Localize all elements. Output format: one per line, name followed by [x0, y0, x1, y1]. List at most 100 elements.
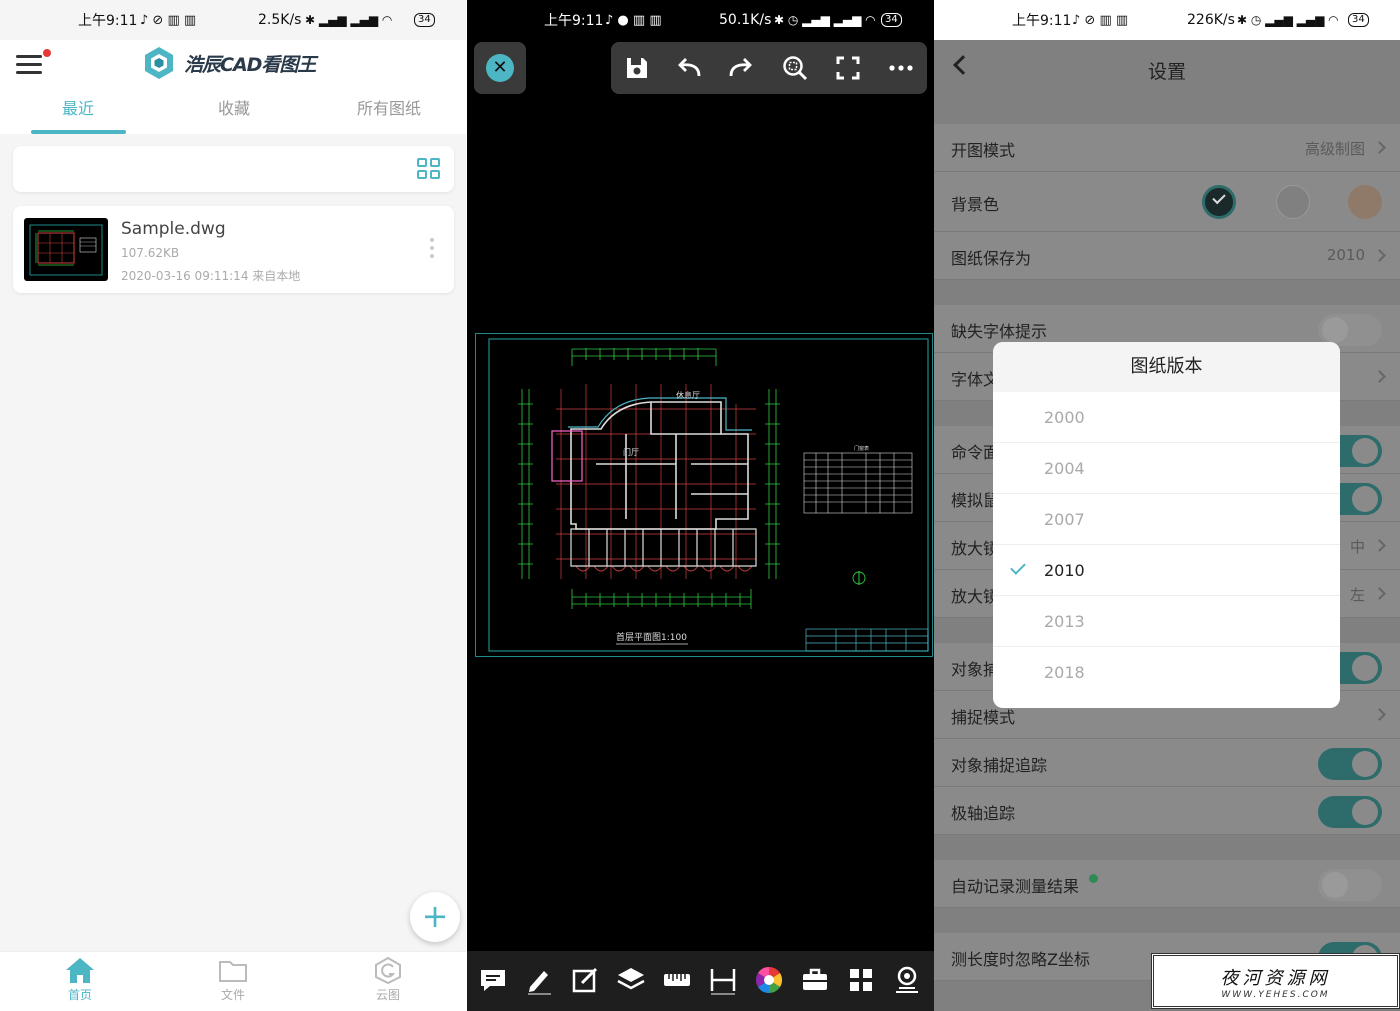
version-dialog: 图纸版本 2000 2004 2007 2010 2013 2018	[993, 342, 1340, 708]
pen-icon[interactable]	[524, 965, 554, 995]
app-title: 浩辰CAD看图王	[184, 54, 316, 76]
bg-color-black-swatch[interactable]	[1202, 185, 1236, 219]
setting-label: 背景色	[951, 195, 1000, 214]
chevron-right-icon	[1373, 141, 1386, 154]
status-time: 上午9:11	[1012, 13, 1072, 29]
setting-label: 命令面	[951, 443, 1000, 462]
setting-label: 开图模式	[951, 141, 1016, 160]
door-schedule-title: 门窗表	[854, 445, 869, 452]
file-thumbnail	[24, 218, 108, 281]
chevron-right-icon	[1373, 249, 1386, 262]
status-bar: 上午9:11 ♪ ● ▥ ▥ 50.1K/s ✱ ◷ ▂▄▆ ▂▄▆ ◠ 34	[467, 0, 934, 40]
fullscreen-icon[interactable]	[834, 54, 862, 82]
version-option-selected[interactable]: 2010	[993, 545, 1340, 596]
bg-color-white-swatch[interactable]	[1276, 185, 1310, 219]
location-icon[interactable]	[892, 965, 922, 995]
search-bar[interactable]	[13, 146, 454, 192]
setting-save-as[interactable]: 图纸保存为 2010	[934, 232, 1400, 280]
status-speed: 226K/s	[1187, 12, 1235, 28]
toolbox-icon[interactable]	[800, 965, 830, 995]
nav-home-label: 首页	[67, 988, 92, 1002]
setting-bg-color: 背景色	[934, 172, 1400, 232]
grid-tools-icon[interactable]	[846, 965, 876, 995]
comment-icon[interactable]	[478, 965, 508, 995]
notification-dot	[43, 49, 51, 57]
check-icon	[1010, 559, 1026, 575]
edit-icon[interactable]	[570, 965, 600, 995]
more-icon[interactable]	[887, 54, 915, 82]
setting-snap-tracking: 对象捕捉追踪	[934, 739, 1400, 787]
setting-polar-tracking: 极轴追踪	[934, 787, 1400, 835]
check-icon	[1212, 190, 1226, 205]
nav-home[interactable]: 首页	[40, 956, 120, 1003]
version-option[interactable]: 2007	[993, 494, 1340, 545]
setting-label: 字体文	[951, 370, 1000, 389]
save-icon[interactable]	[623, 54, 651, 82]
viewer-screen: 上午9:11 ♪ ● ▥ ▥ 50.1K/s ✱ ◷ ▂▄▆ ▂▄▆ ◠ 34 …	[467, 0, 934, 1011]
polar-tracking-toggle[interactable]	[1318, 796, 1382, 828]
status-icons: ♪ ● ▥ ▥	[605, 12, 662, 28]
setting-label: 测长度时忽略Z坐标	[951, 950, 1090, 969]
layers-icon[interactable]	[616, 965, 646, 995]
setting-auto-record: 自动记录测量结果	[934, 860, 1400, 908]
version-option[interactable]: 2013	[993, 596, 1340, 647]
status-speed: 2.5K/s	[258, 12, 302, 28]
chevron-right-icon	[1373, 539, 1386, 552]
cad-drawing-canvas[interactable]: 休息厅 门厅 门窗表 首层平面图1:100	[475, 333, 933, 657]
grid-view-icon[interactable]	[417, 158, 442, 181]
tab-all-drawings[interactable]: 所有图纸	[329, 95, 449, 119]
status-icons: ♪ ⊘ ▥ ▥	[140, 12, 197, 28]
version-option[interactable]: 2000	[993, 392, 1340, 443]
status-bar: 上午9:11 ♪ ⊘ ▥ ▥ 226K/s ✱ ◷ ▂▄▆ ▂▄▆ ◠ 34	[934, 0, 1400, 40]
dimension-icon[interactable]	[708, 965, 738, 995]
chevron-right-icon	[1373, 587, 1386, 600]
close-icon: ✕	[486, 54, 514, 82]
undo-icon[interactable]	[675, 54, 703, 82]
zoom-search-icon[interactable]	[781, 54, 809, 82]
version-option-label: 2013	[1044, 612, 1085, 631]
cloud-drawing-icon	[375, 956, 401, 984]
version-option[interactable]: 2004	[993, 443, 1340, 494]
tab-favorites[interactable]: 收藏	[174, 95, 294, 119]
menu-icon[interactable]	[16, 55, 42, 75]
setting-label: 缺失字体提示	[951, 322, 1048, 341]
setting-value: 高级制图	[1304, 140, 1365, 158]
page-title: 设置	[1147, 61, 1186, 83]
setting-label: 图纸保存为	[951, 249, 1032, 268]
tab-recent[interactable]: 最近	[18, 95, 138, 119]
watermark: 夜河资源网 WWW.YEHES.COM	[1151, 953, 1400, 1009]
floor-plan: 休息厅 门厅 门窗表 首层平面图1:100	[488, 338, 929, 652]
version-option[interactable]: 2018	[993, 647, 1340, 698]
bottom-toolbar	[467, 951, 934, 1011]
settings-screen: 上午9:11 ♪ ⊘ ▥ ▥ 226K/s ✱ ◷ ▂▄▆ ▂▄▆ ◠ 34 设…	[934, 0, 1400, 1011]
setting-value: 左	[1349, 586, 1365, 604]
version-option-label: 2004	[1044, 459, 1085, 478]
close-button[interactable]: ✕	[474, 42, 526, 94]
battery-icon: 34	[414, 13, 435, 27]
ruler-icon[interactable]	[662, 965, 692, 995]
color-wheel-icon[interactable]	[754, 965, 784, 995]
nav-files[interactable]: 文件	[193, 956, 273, 1003]
setting-label: 对象捕捉追踪	[951, 756, 1048, 775]
redo-icon[interactable]	[727, 54, 755, 82]
home-icon	[66, 958, 94, 983]
home-screen: 上午9:11 ♪ ⊘ ▥ ▥ 2.5K/s ✱ ▂▄▆ ▂▄▆ ◠ 34 浩辰C…	[0, 0, 466, 1011]
auto-record-toggle[interactable]	[1318, 869, 1382, 901]
status-time: 上午9:11	[78, 13, 138, 29]
home-header: 浩辰CAD看图王 最近 收藏 所有图纸	[0, 40, 466, 134]
status-icons: ♪ ⊘ ▥ ▥	[1072, 12, 1129, 28]
status-time: 上午9:11	[544, 13, 604, 29]
add-button[interactable]: +	[410, 892, 460, 942]
chevron-right-icon	[1373, 370, 1386, 383]
setting-open-mode[interactable]: 开图模式 高级制图	[934, 124, 1400, 172]
room-label-lobby: 门厅	[623, 447, 639, 457]
north-arrow-icon	[852, 571, 866, 585]
bg-color-beige-swatch[interactable]	[1348, 185, 1382, 219]
more-options-icon[interactable]	[430, 238, 434, 262]
nav-cloud-label: 云图	[375, 988, 400, 1002]
setting-label: 放大镜	[951, 587, 1000, 606]
nav-cloud[interactable]: 云图	[348, 956, 428, 1003]
file-card[interactable]: Sample.dwg 107.62KB 2020-03-16 09:11:14 …	[13, 206, 454, 293]
snap-tracking-toggle[interactable]	[1318, 748, 1382, 780]
version-option-label: 2000	[1044, 408, 1085, 427]
